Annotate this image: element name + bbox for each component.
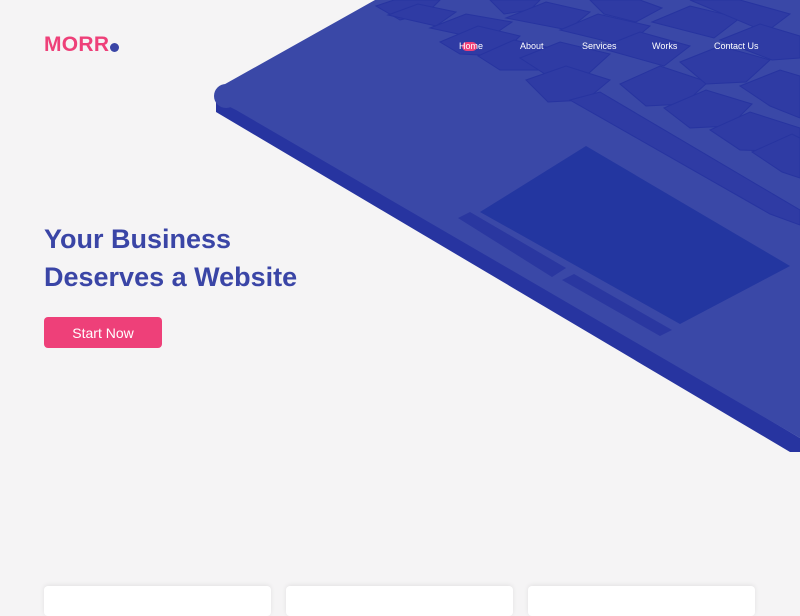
nav-item-works[interactable]: Works <box>652 41 677 51</box>
nav-item-about[interactable]: About <box>520 41 544 51</box>
main-nav: Home About Services Works Contact Us <box>0 41 800 55</box>
nav-item-label: Works <box>652 41 678 51</box>
feature-card-3 <box>528 586 755 616</box>
nav-item-label: About <box>520 41 544 51</box>
laptop-illustration <box>214 0 800 452</box>
nav-item-label: Services <box>582 41 617 51</box>
nav-item-contact-us[interactable]: Contact Us <box>714 41 759 51</box>
hero-title: Your Business Deserves a Website <box>44 220 297 296</box>
nav-item-services[interactable]: Services <box>582 41 617 51</box>
nav-item-label: Home <box>459 41 484 51</box>
start-now-button[interactable]: Start Now <box>44 317 162 348</box>
hero-title-line-1: Your Business <box>44 224 232 254</box>
nav-item-home[interactable]: Home <box>459 41 483 51</box>
nav-item-label: Contact Us <box>714 41 759 51</box>
hero-title-line-2: Deserves a Website <box>44 262 298 292</box>
feature-card-1 <box>44 586 271 616</box>
feature-card-2 <box>286 586 513 616</box>
